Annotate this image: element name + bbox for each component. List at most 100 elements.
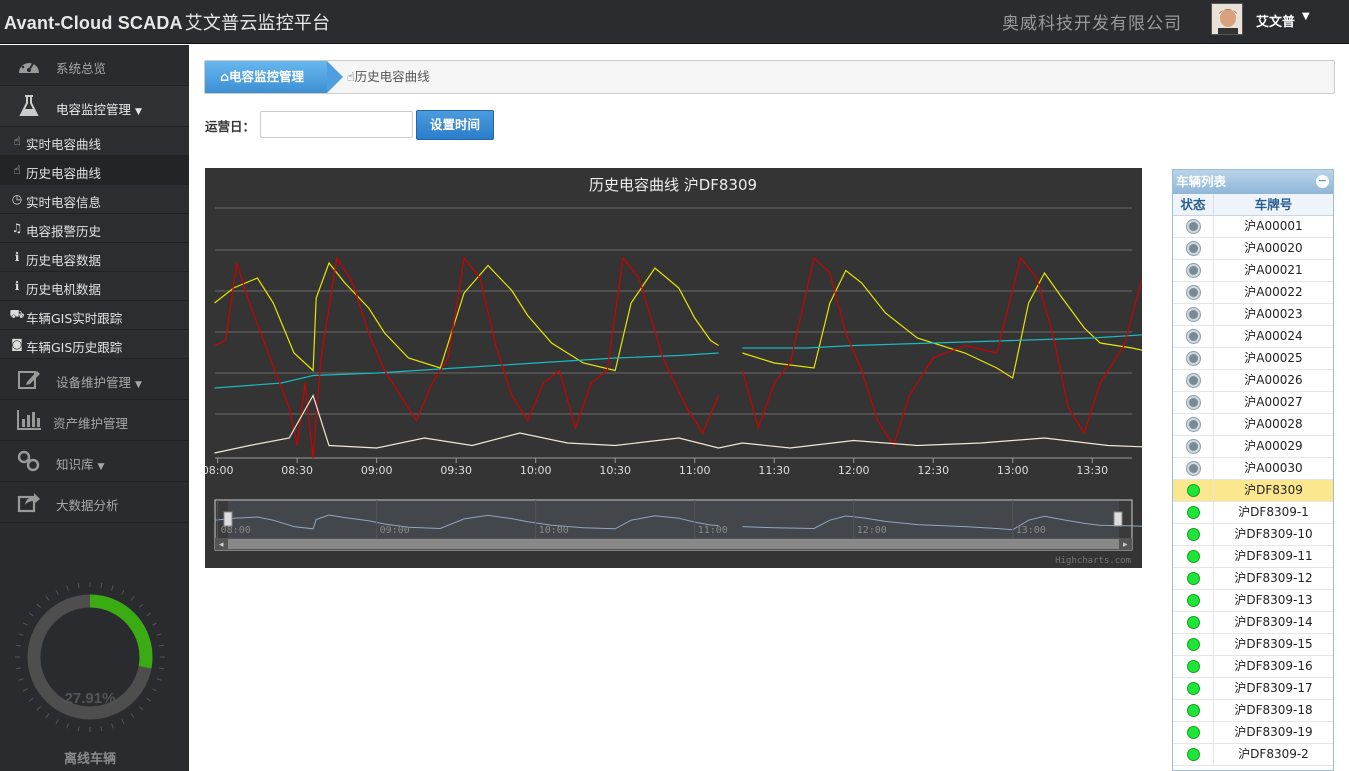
submenu-item[interactable]: ☝ 历史电容曲线 [0, 156, 189, 185]
vehicle-row[interactable]: 沪A00001 [1173, 216, 1333, 238]
gauge-tick [130, 713, 135, 718]
vehicle-row[interactable]: 沪A00026 [1173, 370, 1333, 392]
submenu: ☝ 实时电容曲线 ☝ 历史电容曲线 ◷ 实时电容信息 ♫ 电容报警历史 ℹ 历史电容数据 ℹ 历史电机… [0, 127, 189, 359]
x-tick-label: 09:00 [361, 464, 393, 477]
vehicle-row[interactable]: 沪DF8309-19 [1173, 722, 1333, 744]
vehicle-row[interactable]: 沪DF8309-14 [1173, 612, 1333, 634]
top-bar: Avant-Cloud SCADA 艾文普云监控平台 奥威科技开发有限公司 艾文普… [0, 0, 1349, 44]
vehicle-row[interactable]: 沪DF8309-13 [1173, 590, 1333, 612]
breadcrumb-home[interactable]: ⌂电容监控管理 [205, 61, 327, 93]
vehicle-row[interactable]: 沪A00027 [1173, 392, 1333, 414]
link-icon [16, 450, 42, 472]
sidebar-item-overview[interactable]: 系统总览 [0, 45, 189, 86]
vehicle-row[interactable]: 沪DF8309-15 [1173, 634, 1333, 656]
submenu-item[interactable]: ℹ 历史电机数据 [0, 272, 189, 301]
camera-icon: ◙ [11, 337, 23, 351]
series-line-0 [214, 261, 719, 372]
vehicle-row[interactable]: 沪DF8309-16 [1173, 656, 1333, 678]
vehicle-row[interactable]: 沪DF8309-18 [1173, 700, 1333, 722]
vehicle-row[interactable]: 沪DF8309-17 [1173, 678, 1333, 700]
vehicle-row[interactable]: 沪DF8309-12 [1173, 568, 1333, 590]
submenu-item[interactable]: ℹ 历史电容数据 [0, 243, 189, 272]
vehicle-row[interactable]: 沪DF8309-11 [1173, 546, 1333, 568]
bell-icon: ♫ [11, 221, 23, 235]
sidebar-item-label: 大数据分析 [56, 498, 119, 513]
brand-title[interactable]: Avant-Cloud SCADA 艾文普云监控平台 [4, 9, 330, 35]
plate-cell: 沪A00026 [1244, 373, 1303, 387]
vehicle-row[interactable]: 沪DF8309-10 [1173, 524, 1333, 546]
offline-status-icon [1186, 462, 1200, 475]
chevron-down-icon[interactable]: ▼ [1302, 11, 1310, 22]
plate-cell: 沪A00020 [1244, 241, 1303, 255]
user-avatar[interactable] [1211, 3, 1243, 35]
gauge-value: 27.91% [64, 690, 116, 707]
plate-cell: 沪DF8309-13 [1234, 593, 1313, 607]
sidebar-item-assets[interactable]: 资产维护管理 [0, 400, 189, 441]
set-time-button[interactable]: 设置时间 [416, 110, 494, 140]
sidebar-item-capacitor-monitor[interactable]: 电容监控管理 ▼ [0, 86, 189, 127]
submenu-item[interactable]: ⛟ 车辆GIS实时跟踪 [0, 301, 189, 330]
vehicle-row[interactable]: 沪A00021 [1173, 260, 1333, 282]
gauge-tick [55, 719, 59, 725]
vehicle-row[interactable]: 沪A00029 [1173, 436, 1333, 458]
vehicle-row[interactable]: 沪A00024 [1173, 326, 1333, 348]
operation-day-input[interactable] [260, 111, 413, 138]
plate-cell: 沪A00001 [1244, 219, 1303, 233]
vehicle-row[interactable]: 沪A00023 [1173, 304, 1333, 326]
caret-down-icon: ▼ [135, 107, 142, 117]
gauge-tick [121, 719, 125, 725]
vehicle-row[interactable]: 沪DF8309 [1173, 480, 1333, 502]
column-header-status[interactable]: 状态 [1173, 194, 1214, 215]
gauge-tick [152, 622, 158, 626]
submenu-item-label: 车辆GIS实时跟踪 [26, 311, 123, 326]
gauge-tick [111, 585, 114, 591]
submenu-item[interactable]: ☝ 实时电容曲线 [0, 127, 189, 156]
gauge-tick [18, 633, 24, 636]
series-line-5 [741, 256, 1142, 447]
x-tick-label: 13:00 [997, 464, 1029, 477]
column-header-plate[interactable]: 车牌号 [1214, 194, 1333, 215]
vehicle-row[interactable]: 沪DF8309-1 [1173, 502, 1333, 524]
online-status-icon [1186, 572, 1200, 585]
vehicle-list-panel: 车辆列表 − 状态 车牌号 沪A00001 沪A00020 沪A00021 沪A0002… [1172, 169, 1334, 771]
navigator-tick-label: 10:00 [539, 525, 569, 536]
gauge-tick [146, 697, 151, 702]
submenu-item[interactable]: ◙ 车辆GIS历史跟踪 [0, 330, 189, 359]
navigator-handle-right [1113, 511, 1123, 527]
gauge-tick [45, 596, 50, 601]
vehicle-row[interactable]: 沪A00022 [1173, 282, 1333, 304]
user-name[interactable]: 艾文普 [1256, 11, 1295, 30]
sidebar-item-knowledge[interactable]: 知识库 ▼ [0, 441, 189, 482]
gauge-tick [29, 612, 34, 617]
sidebar-item-bigdata[interactable]: 大数据分析 [0, 482, 189, 523]
history-chart[interactable]: 历史电容曲线 沪DF8309 08:00 08:30 09:00 09:30 10:00 1… [205, 168, 1142, 568]
home-icon: ⌂ [220, 69, 229, 84]
offline-status-icon [1186, 286, 1200, 299]
vehicle-row[interactable]: 沪A00030 [1173, 458, 1333, 480]
vehicle-list-title: 车辆列表 [1176, 174, 1227, 189]
plate-cell: 沪DF8309 [1244, 483, 1303, 497]
vehicle-row[interactable]: 沪A00020 [1173, 238, 1333, 260]
vehicle-list-body: 沪A00001 沪A00020 沪A00021 沪A00022 沪A00023 沪A000… [1173, 216, 1333, 766]
vehicle-row[interactable]: 沪A00025 [1173, 348, 1333, 370]
submenu-item[interactable]: ♫ 电容报警历史 [0, 214, 189, 243]
vehicle-row[interactable]: 沪DF8309-2 [1173, 744, 1333, 766]
plate-cell: 沪DF8309-19 [1234, 725, 1313, 739]
submenu-item[interactable]: ◷ 实时电容信息 [0, 185, 189, 214]
online-status-icon [1186, 528, 1200, 541]
gauge-tick [22, 688, 28, 692]
plate-cell: 沪DF8309-11 [1234, 549, 1313, 563]
vehicle-row[interactable]: 沪A00028 [1173, 414, 1333, 436]
gauge-tick [100, 726, 103, 732]
chart-canvas: 历史电容曲线 沪DF8309 08:00 08:30 09:00 09:30 10:00 1… [205, 176, 1142, 566]
gauge-tick [18, 678, 24, 681]
status-cell [1173, 436, 1214, 457]
x-tick-label: 10:00 [520, 464, 552, 477]
online-status-icon [1186, 726, 1200, 739]
collapse-icon[interactable]: − [1316, 175, 1329, 188]
x-tick-label: 08:00 [205, 464, 234, 477]
sidebar-item-equipment[interactable]: 设备维护管理 ▼ [0, 359, 189, 400]
online-status-icon [1186, 682, 1200, 695]
offline-status-icon [1186, 242, 1200, 255]
gauge-fill [89, 594, 153, 669]
